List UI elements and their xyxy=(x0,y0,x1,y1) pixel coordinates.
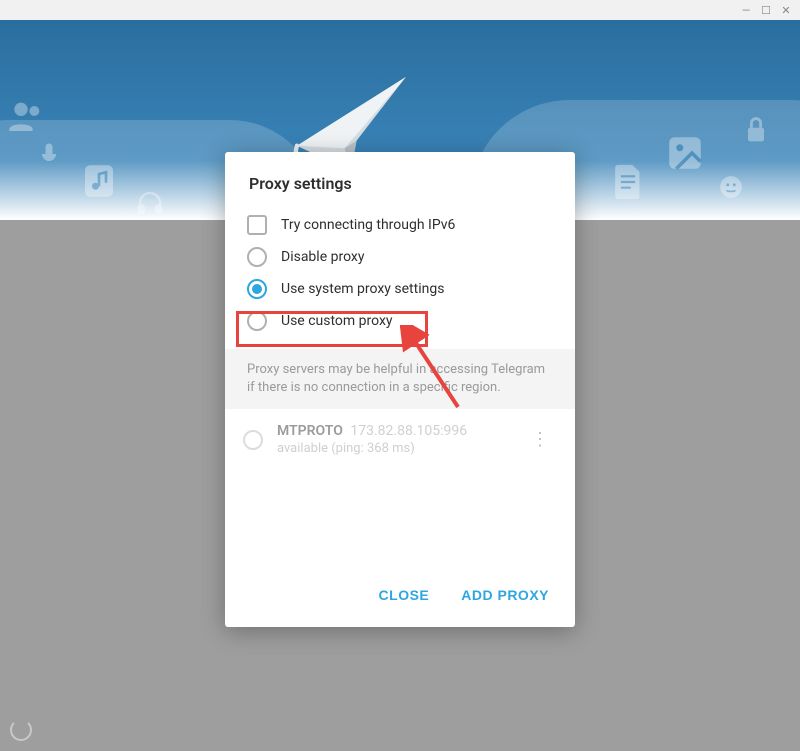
proxy-settings-dialog: Proxy settings Try connecting through IP… xyxy=(225,152,575,627)
option-disable-proxy[interactable]: Disable proxy xyxy=(247,241,553,273)
proxy-address: 173.82.88.105:996 xyxy=(350,423,467,439)
proxy-info: MTPROTO 173.82.88.105:996 available (pin… xyxy=(277,423,509,456)
add-proxy-button[interactable]: ADD PROXY xyxy=(457,581,553,609)
option-label: Try connecting through IPv6 xyxy=(281,217,455,233)
proxy-list: MTPROTO 173.82.88.105:996 available (pin… xyxy=(225,409,575,567)
proxy-type: MTPROTO xyxy=(277,423,343,439)
help-text: Proxy servers may be helpful in accessin… xyxy=(225,349,575,409)
dialog-title: Proxy settings xyxy=(225,152,575,209)
titlebar: — ☐ ✕ xyxy=(0,0,800,20)
loading-spinner-icon xyxy=(10,719,32,741)
proxy-entry[interactable]: MTPROTO 173.82.88.105:996 available (pin… xyxy=(243,423,557,456)
option-label: Use custom proxy xyxy=(281,313,393,329)
radio-icon xyxy=(247,311,267,331)
maximize-button[interactable]: ☐ xyxy=(760,4,772,16)
option-label: Use system proxy settings xyxy=(281,281,444,297)
kebab-menu-icon[interactable]: ⋮ xyxy=(523,425,557,454)
photo-file-icon xyxy=(664,132,706,178)
camera-icon xyxy=(180,212,206,220)
option-try-ipv6[interactable]: Try connecting through IPv6 xyxy=(247,209,553,241)
mic-icon xyxy=(35,140,63,172)
minimize-button[interactable]: — xyxy=(740,4,752,16)
doc-icon xyxy=(610,162,646,206)
close-button[interactable]: CLOSE xyxy=(375,581,434,609)
radio-icon-selected xyxy=(247,279,267,299)
lock-icon xyxy=(742,114,770,150)
headphones-icon xyxy=(135,188,165,220)
option-use-system-proxy[interactable]: Use system proxy settings xyxy=(247,273,553,305)
music-file-icon xyxy=(78,160,120,206)
people-icon xyxy=(6,96,46,140)
checkbox-icon xyxy=(247,215,267,235)
close-window-button[interactable]: ✕ xyxy=(780,4,792,16)
radio-icon xyxy=(247,247,267,267)
proxy-options-group: Try connecting through IPv6 Disable prox… xyxy=(225,209,575,349)
option-use-custom-proxy[interactable]: Use custom proxy xyxy=(247,305,553,337)
proxy-status: available (ping: 368 ms) xyxy=(277,441,509,456)
smile-icon xyxy=(718,174,744,204)
dialog-button-row: CLOSE ADD PROXY xyxy=(225,567,575,627)
radio-icon xyxy=(243,430,263,450)
option-label: Disable proxy xyxy=(281,249,364,265)
